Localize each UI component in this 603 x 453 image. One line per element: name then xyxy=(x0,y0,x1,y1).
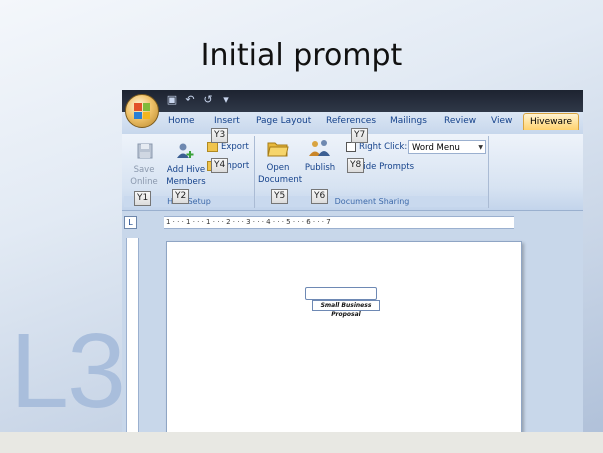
tab-references[interactable]: References xyxy=(326,116,376,126)
bottom-band xyxy=(0,432,603,453)
right-click-dropdown[interactable]: Word Menu ▼ xyxy=(408,140,486,154)
vertical-ruler[interactable] xyxy=(126,238,139,434)
group-document-sharing: Open Document Publish Right Click: Word … xyxy=(256,136,489,208)
keytip-y1: Y1 xyxy=(134,191,152,206)
export-icon xyxy=(207,142,218,152)
keytip-y7: Y7 xyxy=(351,128,369,143)
slide: Initial prompt ▣ ↶ ↺ ▾ Home Insert Page … xyxy=(0,0,603,453)
right-click-label: Right Click: xyxy=(359,142,408,152)
right-click-value: Word Menu xyxy=(412,143,460,153)
right-click-option: Right Click: xyxy=(346,142,407,152)
add-hive-members-button[interactable]: Add Hive Members xyxy=(162,142,210,188)
ruler-marks: 1 · · · 1 · · · 1 · · · 2 · · · 3 · · · … xyxy=(166,218,331,226)
right-click-icon xyxy=(346,142,356,152)
hide-prompts-label: Hide Prompts xyxy=(357,162,415,172)
open-document-button[interactable]: Open Document xyxy=(258,138,303,186)
title-bar: ▣ ↶ ↺ ▾ xyxy=(122,90,583,112)
slide-title: Initial prompt xyxy=(200,38,403,73)
word-window: ▣ ↶ ↺ ▾ Home Insert Page Layout Referenc… xyxy=(122,90,583,434)
office-logo-icon xyxy=(134,103,150,119)
chevron-down-icon: ▼ xyxy=(478,144,483,151)
tab-mailings[interactable]: Mailings xyxy=(390,116,427,126)
tab-page-layout[interactable]: Page Layout xyxy=(256,116,311,126)
tab-insert[interactable]: Insert xyxy=(214,116,240,126)
publish-button[interactable]: Publish xyxy=(300,138,340,174)
undo-icon[interactable]: ↶ xyxy=(184,94,196,106)
save-online-label: Save Online xyxy=(130,165,158,187)
keytip-y6: Y6 xyxy=(311,189,329,204)
quick-access-toolbar: ▣ ↶ ↺ ▾ xyxy=(166,94,232,106)
redo-icon[interactable]: ↺ xyxy=(202,94,214,106)
save-icon[interactable]: ▣ xyxy=(166,94,178,106)
textbox-text[interactable]: Small Business Proposal xyxy=(312,300,380,318)
level-label: L3 xyxy=(10,312,126,430)
document-page[interactable]: Small Business Proposal xyxy=(166,241,522,434)
ruler-row: L 1 · · · 1 · · · 1 · · · 2 · · · 3 · · … xyxy=(122,211,583,231)
save-online-button[interactable]: Save Online xyxy=(126,142,164,188)
open-document-label: Open Document xyxy=(258,163,303,185)
tab-view[interactable]: View xyxy=(491,116,512,126)
tab-selector[interactable]: L xyxy=(124,216,137,229)
add-members-icon xyxy=(177,143,194,158)
textbox-frame[interactable] xyxy=(305,287,377,300)
export-button[interactable]: Export xyxy=(207,142,249,152)
keytip-y4: Y4 xyxy=(211,158,229,173)
folder-icon xyxy=(267,142,289,157)
people-icon xyxy=(309,140,330,156)
add-hive-members-label: Add Hive Members xyxy=(166,165,206,187)
keytip-y3: Y3 xyxy=(211,128,229,143)
publish-label: Publish xyxy=(304,163,336,173)
tab-hiveware[interactable]: Hiveware xyxy=(523,113,580,130)
document-sharing-label: Document Sharing xyxy=(256,196,488,207)
horizontal-ruler[interactable]: 1 · · · 1 · · · 1 · · · 2 · · · 3 · · · … xyxy=(164,216,514,229)
tab-home[interactable]: Home xyxy=(168,116,195,126)
keytip-y8: Y8 xyxy=(347,158,365,173)
tab-review[interactable]: Review xyxy=(444,116,476,126)
office-button[interactable] xyxy=(125,94,159,128)
export-label: Export xyxy=(221,142,249,152)
keytip-y5: Y5 xyxy=(271,189,289,204)
keytip-y2: Y2 xyxy=(172,189,190,204)
save-icon xyxy=(137,143,153,159)
customize-icon[interactable]: ▾ xyxy=(220,94,232,106)
